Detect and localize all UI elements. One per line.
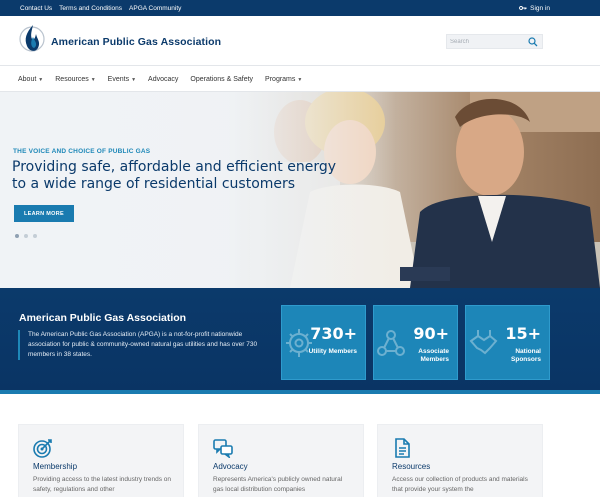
flame-logo-icon[interactable] xyxy=(18,23,46,59)
site-header: American Public Gas Association xyxy=(0,16,600,66)
utility-bar: Contact Us Terms and Conditions APGA Com… xyxy=(0,0,600,16)
caret-down-icon: ▼ xyxy=(297,76,303,83)
hero-headline: Providing safe, affordable and efficient… xyxy=(12,159,337,192)
stat-label: National Sponsors xyxy=(511,348,541,363)
caret-down-icon: ▼ xyxy=(38,76,44,83)
nav-item-label: About xyxy=(18,76,37,83)
stat-national-sponsors[interactable]: 15+ National Sponsors xyxy=(465,305,550,380)
nav-item-label: Events xyxy=(107,76,130,83)
caret-down-icon: ▼ xyxy=(131,76,137,83)
stat-associate-members[interactable]: 90+ Associate Members xyxy=(373,305,458,380)
nav-item-operations-safety[interactable]: Operations & Safety xyxy=(190,76,253,83)
card-title: Advocacy xyxy=(213,462,248,471)
carousel-dot-1[interactable] xyxy=(15,234,19,238)
hero-banner: THE VOICE AND CHOICE OF PUBLIC GAS Provi… xyxy=(0,92,600,288)
card-description: Access our collection of products and ma… xyxy=(392,476,528,493)
nav-item-resources[interactable]: Resources ▼ xyxy=(55,76,95,83)
search-input[interactable] xyxy=(450,35,528,48)
sign-in-label: Sign in xyxy=(530,4,550,12)
search-icon[interactable] xyxy=(528,37,538,47)
carousel-dot-3[interactable] xyxy=(33,234,37,238)
card-membership[interactable]: Membership Providing access to the lates… xyxy=(18,424,184,497)
card-title: Resources xyxy=(392,462,431,471)
search-box xyxy=(446,34,543,49)
target-icon xyxy=(33,439,52,458)
sign-in-link[interactable]: Sign in xyxy=(519,0,550,16)
stat-utility-members[interactable]: 730+ Utility Members xyxy=(281,305,366,380)
nav-item-label: Resources xyxy=(55,76,89,83)
card-resources[interactable]: Resources Access our collection of produ… xyxy=(377,424,543,497)
stat-label: Utility Members xyxy=(308,348,357,355)
terms-link[interactable]: Terms and Conditions xyxy=(59,5,122,12)
nav-item-label: Operations & Safety xyxy=(190,76,254,83)
nav-item-programs[interactable]: Programs ▼ xyxy=(265,76,302,83)
contact-us-link[interactable]: Contact Us xyxy=(20,5,52,12)
key-icon xyxy=(519,6,527,10)
main-nav: About ▼ Resources ▼ Events ▼ Advocacy Opera… xyxy=(0,67,600,92)
nav-item-label: Advocacy xyxy=(148,76,179,83)
carousel-dots xyxy=(15,234,37,238)
learn-more-button[interactable]: LEARN MORE xyxy=(14,205,74,222)
about-title: American Public Gas Association xyxy=(19,312,187,324)
caret-down-icon: ▼ xyxy=(90,76,96,83)
document-icon xyxy=(395,438,410,458)
about-description: The American Public Gas Association (APG… xyxy=(18,330,273,360)
card-title: Membership xyxy=(33,462,78,471)
chat-bubbles-icon xyxy=(213,439,233,458)
nav-item-about[interactable]: About ▼ xyxy=(18,76,43,83)
main-nav-list: About ▼ Resources ▼ Events ▼ Advocacy Opera… xyxy=(18,67,302,92)
nav-item-label: Programs xyxy=(265,76,296,83)
hero-eyebrow: THE VOICE AND CHOICE OF PUBLIC GAS xyxy=(13,148,151,155)
utility-links: Contact Us Terms and Conditions APGA Com… xyxy=(20,0,181,16)
card-description: Represents America's publicly owned natu… xyxy=(213,476,343,493)
stat-label: Associate Members xyxy=(418,348,449,363)
carousel-dot-2[interactable] xyxy=(24,234,28,238)
feature-cards: Membership Providing access to the lates… xyxy=(0,394,600,497)
about-stats-band: American Public Gas Association The Amer… xyxy=(0,288,600,394)
stat-value: 730+ xyxy=(310,324,357,343)
nav-item-advocacy[interactable]: Advocacy xyxy=(148,76,178,83)
card-description: Providing access to the latest industry … xyxy=(33,476,172,493)
stat-value: 90+ xyxy=(413,324,449,343)
apga-community-link[interactable]: APGA Community xyxy=(129,5,181,12)
card-advocacy[interactable]: Advocacy Represents America's publicly o… xyxy=(198,424,364,497)
site-brand-name[interactable]: American Public Gas Association xyxy=(51,36,221,48)
stat-value: 15+ xyxy=(505,324,541,343)
nav-item-events[interactable]: Events ▼ xyxy=(108,76,136,83)
